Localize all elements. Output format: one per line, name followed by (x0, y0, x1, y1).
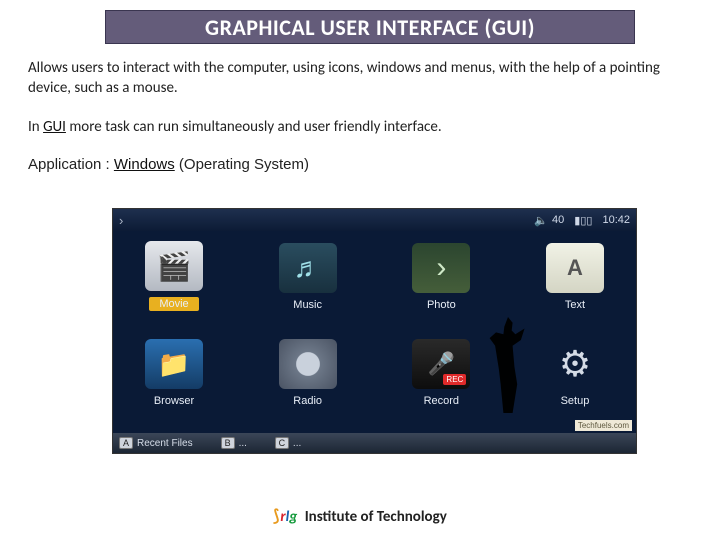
page-title: GRAPHICAL USER INTERFACE (GUI) (105, 10, 635, 44)
paragraph-2: In GUI more task can run simultaneously … (28, 117, 698, 137)
content-area: Allows users to interact with the comput… (28, 58, 698, 185)
text-icon-label: Text (565, 299, 585, 311)
logo-swoosh-icon: ⟆ (273, 506, 279, 526)
bottombar-item[interactable]: B... (221, 437, 247, 449)
gui-row-2: Browser Radio Record Setup (131, 339, 618, 407)
gui-topbar: › 🔈 40 ▮▯▯ 10:42 (113, 209, 636, 231)
p2-gui: GUI (43, 118, 66, 136)
gui-row-1: Movie Music Photo Text (131, 241, 618, 311)
radio-icon-glyph (279, 339, 337, 389)
bottombar-item[interactable]: A Recent Files (119, 437, 193, 449)
setup-icon-label: Setup (561, 395, 590, 407)
record-icon-glyph (412, 339, 470, 389)
paragraph-3: Application : Windows (Operating System) (28, 155, 698, 175)
browser-icon-label: Browser (154, 395, 194, 407)
record-icon-label: Record (424, 395, 459, 407)
p3-pre: Application : (28, 156, 114, 173)
p3-post: (Operating System) (175, 156, 309, 173)
bottombar-label: ... (239, 438, 247, 449)
speaker-icon[interactable]: 🔈 (534, 214, 548, 227)
photo-icon[interactable]: Photo (398, 243, 484, 311)
bottombar-item[interactable]: C... (275, 437, 301, 449)
photo-icon-label: Photo (427, 299, 456, 311)
browser-icon-glyph (145, 339, 203, 389)
text-icon-glyph (546, 243, 604, 293)
browser-icon[interactable]: Browser (131, 339, 217, 407)
footer: ⟆rlg Institute of Technology (0, 506, 720, 526)
p2-pre: In (28, 118, 43, 136)
clock-label: 10:42 (602, 214, 630, 226)
photo-icon-glyph (412, 243, 470, 293)
volume-level: 40 (552, 214, 564, 226)
bottombar-label: ... (293, 438, 301, 449)
setup-icon-glyph (546, 339, 604, 389)
logo-g: g (289, 508, 297, 526)
p2-post: more task can run simultaneously and use… (66, 118, 442, 136)
movie-icon-label: Movie (149, 297, 198, 311)
text-icon[interactable]: Text (532, 243, 618, 311)
rlg-logo: ⟆rlg (273, 506, 297, 526)
music-icon-label: Music (293, 299, 322, 311)
music-icon-glyph (279, 243, 337, 293)
radio-icon[interactable]: Radio (265, 339, 351, 407)
bottombar-key: A (119, 437, 133, 449)
p3-windows: Windows (114, 156, 175, 173)
movie-icon-glyph (145, 241, 203, 291)
radio-icon-label: Radio (293, 395, 322, 407)
gui-bottombar: ARecent FilesB...C... (113, 433, 636, 453)
bottombar-key: B (221, 437, 235, 449)
music-icon[interactable]: Music (265, 243, 351, 311)
bottombar-label: Recent Files (137, 438, 193, 449)
watermark: Techfuels.com (575, 420, 632, 431)
gui-screenshot: › 🔈 40 ▮▯▯ 10:42 Movie Music Photo Text Bro… (112, 208, 637, 454)
setup-icon[interactable]: Setup (532, 339, 618, 407)
back-icon[interactable]: › (119, 213, 123, 228)
record-icon[interactable]: Record (398, 339, 484, 407)
bottombar-key: C (275, 437, 289, 449)
battery-icon: ▮▯▯ (574, 214, 592, 227)
paragraph-1: Allows users to interact with the comput… (28, 58, 698, 99)
footer-text: Institute of Technology (305, 508, 447, 526)
movie-icon[interactable]: Movie (131, 241, 217, 311)
